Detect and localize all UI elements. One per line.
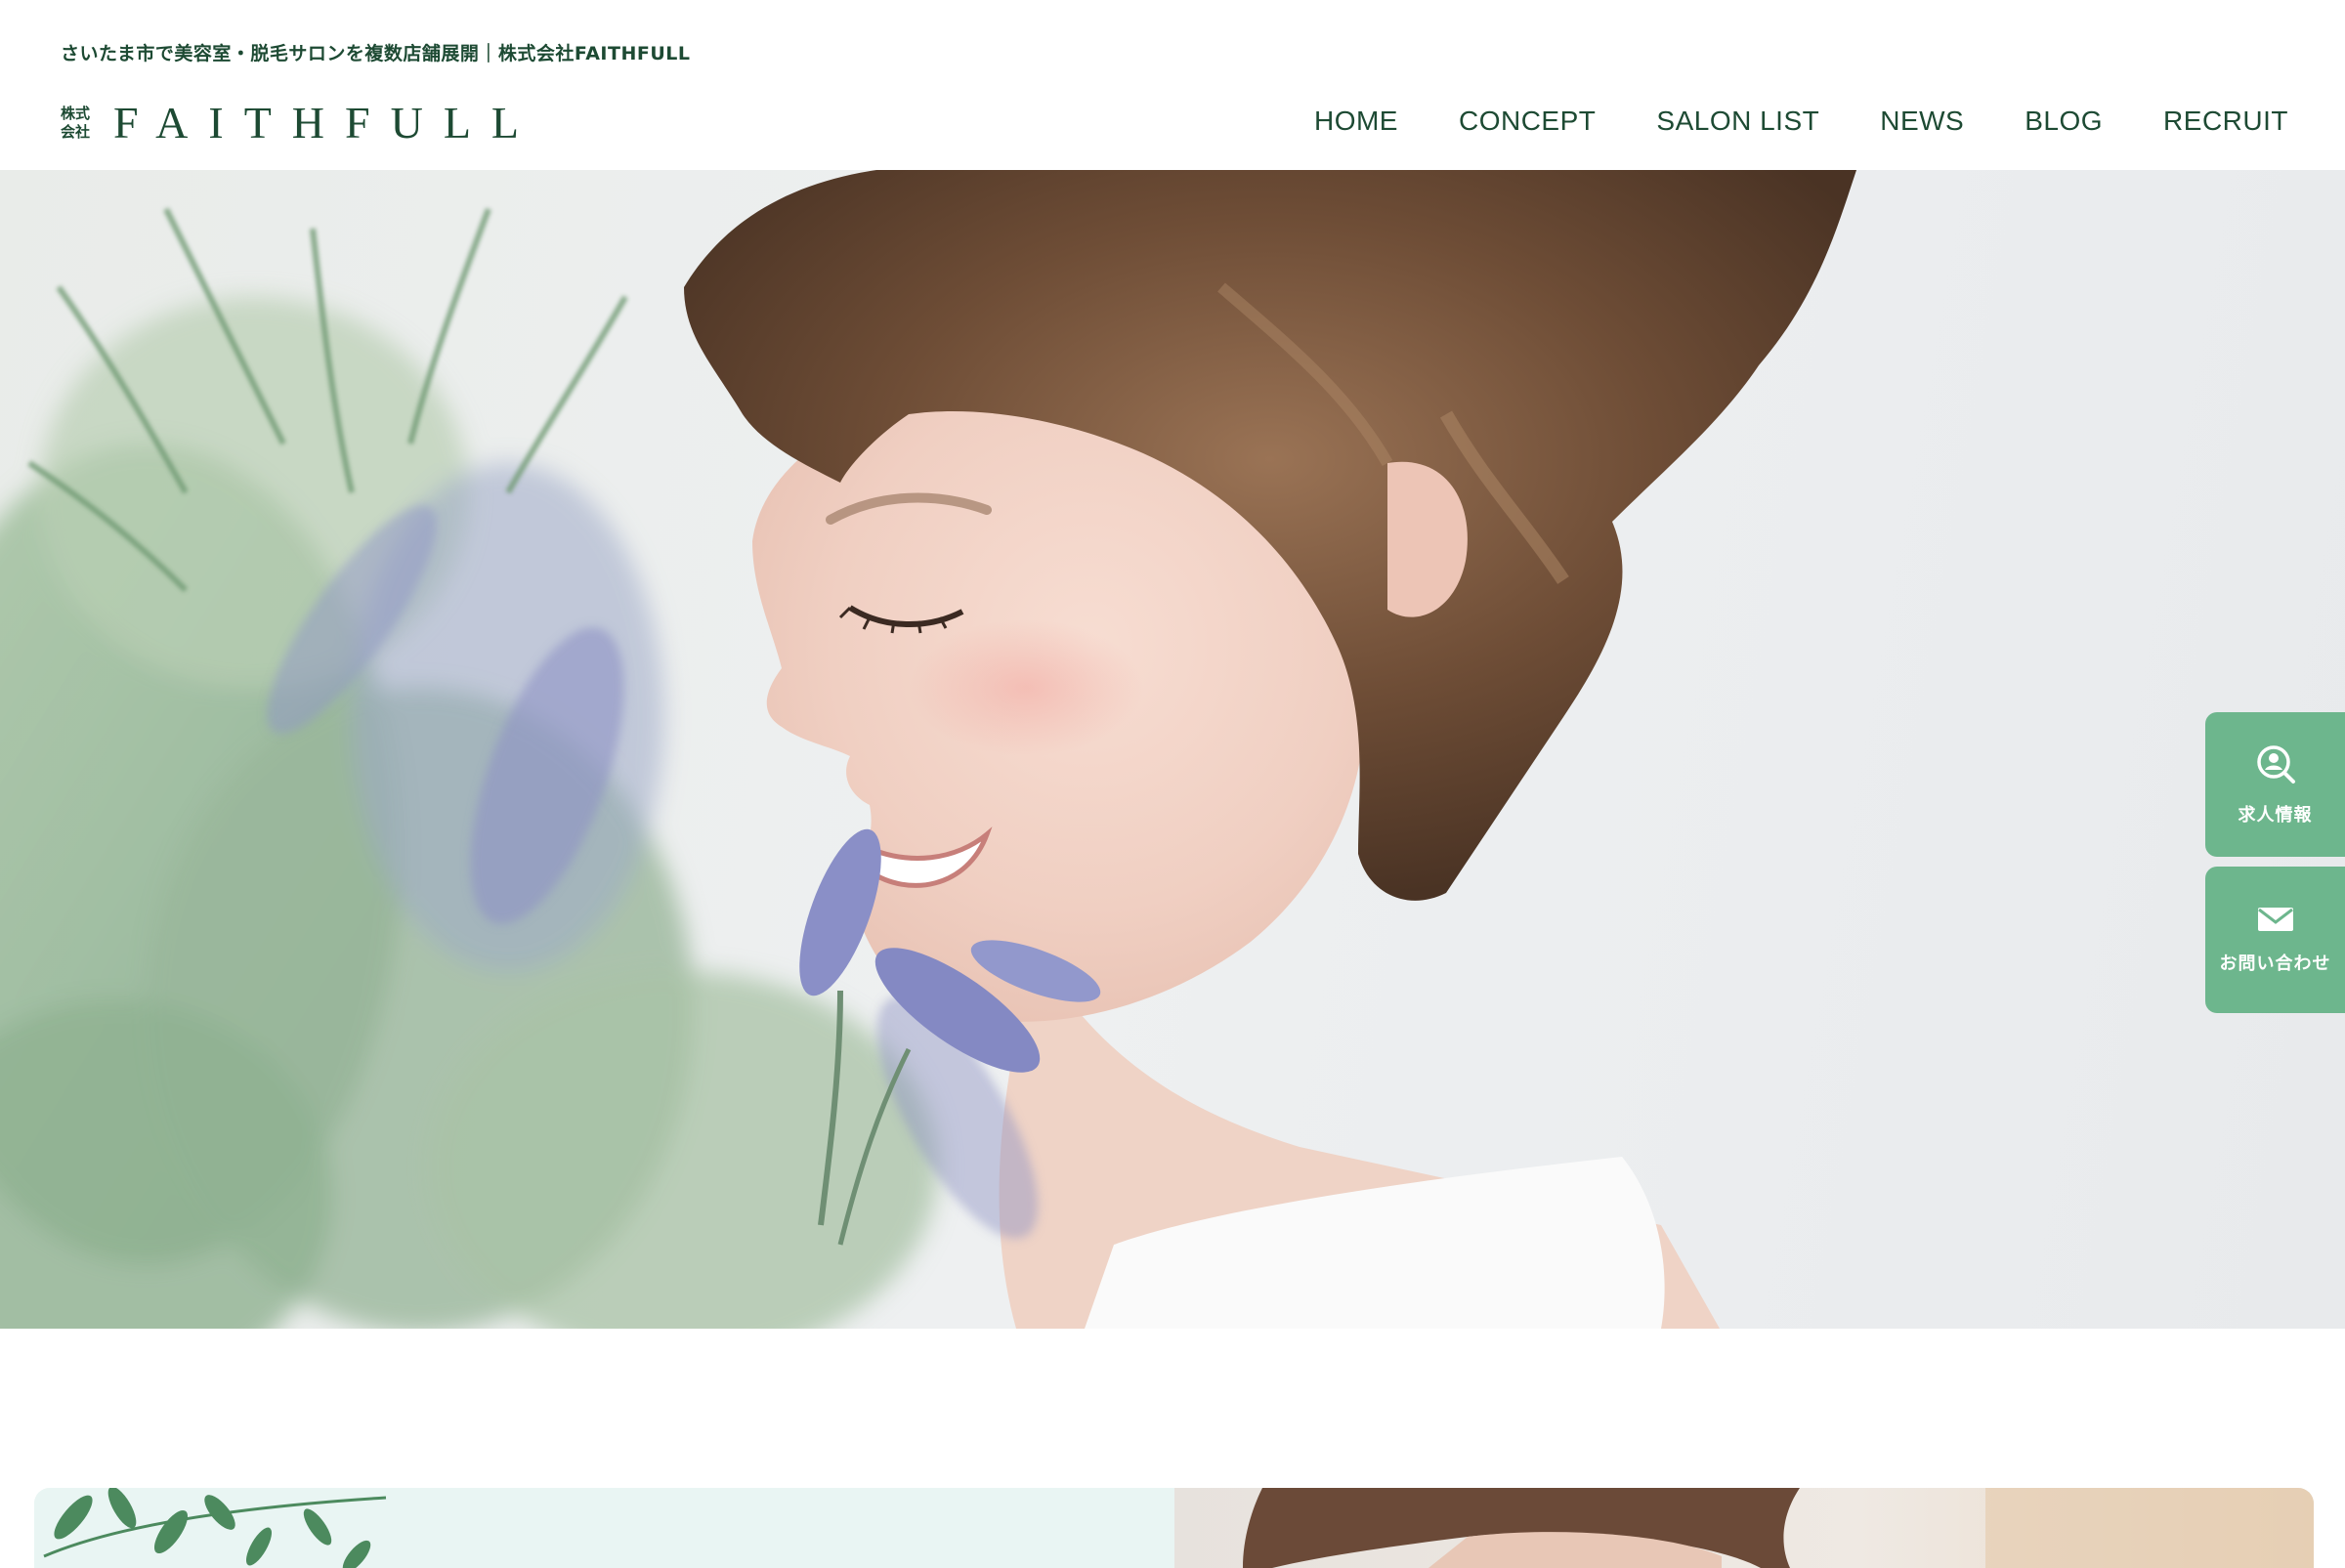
- logo-prefix-line1: 株式: [61, 105, 91, 122]
- site-logo[interactable]: 株式 会社 FAITHFULL: [61, 98, 540, 148]
- search-person-icon: [2254, 742, 2297, 789]
- cheek-blush: [909, 619, 1143, 756]
- leaf-decoration: [43, 1488, 387, 1568]
- feature-panel-left: [34, 1488, 1174, 1568]
- logo-prefix: 株式 会社: [61, 105, 96, 142]
- hair-photo-snippet: [1243, 1488, 2314, 1568]
- header-tagline: さいたま市で美容室・脱毛サロンを複数店舗展開｜株式会社FAITHFULL: [61, 43, 691, 64]
- nav-item-blog[interactable]: BLOG: [2025, 106, 2103, 137]
- nav-item-concept[interactable]: CONCEPT: [1459, 106, 1596, 137]
- recruit-info-button[interactable]: 求人情報: [2205, 712, 2345, 857]
- nav-item-recruit[interactable]: RECRUIT: [2163, 106, 2288, 137]
- feature-panel-photo: [1174, 1488, 2314, 1568]
- hero-image: [0, 170, 2345, 1329]
- mail-icon: [2256, 905, 2295, 938]
- logo-name: FAITHFULL: [113, 98, 540, 148]
- logo-prefix-line2: 会社: [61, 123, 91, 141]
- main-nav: HOME CONCEPT SALON LIST NEWS BLOG RECRUI…: [1254, 106, 2288, 137]
- contact-label: お問い合わせ: [2219, 954, 2331, 974]
- nav-item-home[interactable]: HOME: [1314, 106, 1398, 137]
- contact-button[interactable]: お問い合わせ: [2205, 867, 2345, 1013]
- recruit-info-label: 求人情報: [2238, 805, 2313, 826]
- feature-panel: [34, 1488, 2314, 1568]
- nav-item-salon-list[interactable]: SALON LIST: [1656, 106, 1819, 137]
- hero-photo-illustration: [0, 170, 1856, 1329]
- site-header: さいたま市で美容室・脱毛サロンを複数店舗展開｜株式会社FAITHFULL 株式 …: [0, 0, 2345, 170]
- nav-item-news[interactable]: NEWS: [1880, 106, 1964, 137]
